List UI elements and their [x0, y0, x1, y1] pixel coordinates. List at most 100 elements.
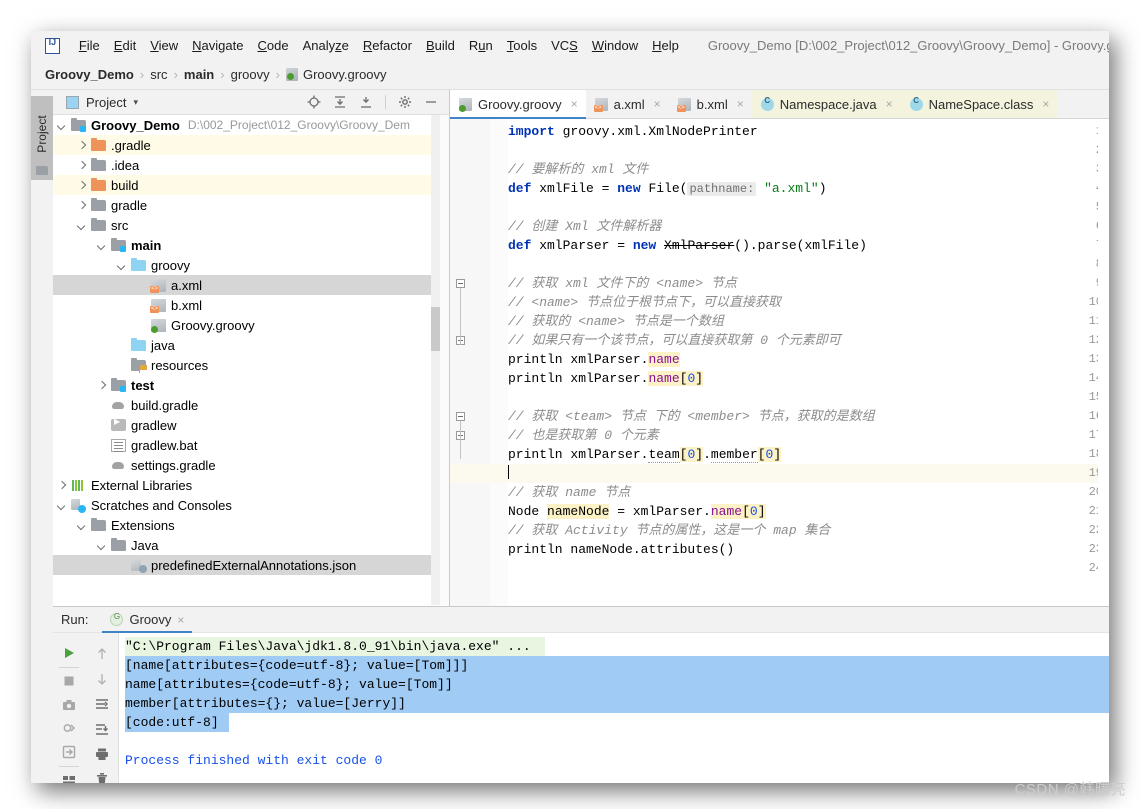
tree-item-b-xml[interactable]: b.xml [53, 295, 435, 315]
console-line[interactable]: [name[attributes={code=utf-8}; value=[To… [125, 656, 1109, 675]
editor-tab-a-xml[interactable]: a.xml× [586, 90, 669, 118]
tree-item-test[interactable]: test [53, 375, 435, 395]
scroll-up-icon[interactable] [87, 641, 117, 666]
console-actions-toolbar[interactable] [85, 633, 119, 783]
layout-icon[interactable] [54, 768, 84, 783]
locate-icon[interactable] [307, 95, 321, 109]
tree-item-scratches-and-consoles[interactable]: Scratches and Consoles [53, 495, 435, 515]
chevron-down-icon[interactable] [77, 520, 88, 531]
print-icon[interactable] [87, 742, 117, 767]
breadcrumb-item-main[interactable]: main [184, 67, 214, 82]
tree-item-java[interactable]: Java [53, 535, 435, 555]
code-line[interactable] [508, 464, 509, 483]
tree-item-gradle[interactable]: gradle [53, 195, 435, 215]
menu-item-edit[interactable]: Edit [107, 35, 143, 56]
editor-tab-namespace-java[interactable]: Namespace.java× [752, 90, 901, 118]
menu-item-file[interactable]: File [72, 35, 107, 56]
tree-item--idea[interactable]: .idea [53, 155, 435, 175]
settings-gear-icon[interactable] [398, 95, 412, 109]
chevron-down-icon[interactable] [117, 260, 128, 271]
menu-item-analyze[interactable]: Analyze [296, 35, 356, 56]
editor-gutter[interactable] [450, 119, 491, 606]
export-icon[interactable] [54, 740, 84, 764]
tree-item-extensions[interactable]: Extensions [53, 515, 435, 535]
menu-item-build[interactable]: Build [419, 35, 462, 56]
code-line[interactable]: import groovy.xml.XmlNodePrinter [508, 122, 758, 141]
close-icon[interactable]: × [571, 97, 578, 111]
chevron-right-icon[interactable] [77, 160, 88, 171]
menu-item-tools[interactable]: Tools [500, 35, 544, 56]
project-scrollbar-thumb[interactable] [431, 307, 440, 351]
tree-item-resources[interactable]: resources [53, 355, 435, 375]
editor-tab-namespace-class[interactable]: NameSpace.class× [901, 90, 1058, 118]
chevron-down-icon[interactable] [77, 220, 88, 231]
console-output[interactable]: "C:\Program Files\Java\jdk1.8.0_91\bin\j… [119, 633, 1109, 783]
code-line[interactable]: def xmlFile = new File(pathname: "a.xml"… [508, 179, 827, 198]
menu-item-navigate[interactable]: Navigate [185, 35, 250, 56]
tree-item-external-libraries[interactable]: External Libraries [53, 475, 435, 495]
stop-icon[interactable] [54, 669, 84, 693]
tree-item-build[interactable]: build [53, 175, 435, 195]
breadcrumb-item-groovy[interactable]: groovy [231, 67, 270, 82]
tree-item-gradlew[interactable]: gradlew [53, 415, 435, 435]
trash-icon[interactable] [87, 767, 117, 783]
chevron-right-icon[interactable] [57, 480, 68, 491]
chevron-right-icon[interactable] [97, 380, 108, 391]
breadcrumb[interactable]: Groovy_Demo›src›main›groovy›Groovy.groov… [31, 60, 1109, 90]
breadcrumb-item-src[interactable]: src [150, 67, 167, 82]
tree-item-predefinedexternalannotations-json[interactable]: predefinedExternalAnnotations.json [53, 555, 435, 575]
code-line[interactable]: // 获取 xml 文件下的 <name> 节点 [508, 274, 737, 293]
chevron-down-icon[interactable] [97, 540, 108, 551]
minimize-icon[interactable] [424, 95, 438, 109]
code-line[interactable]: println xmlParser.name [508, 350, 680, 369]
debug-icon[interactable] [54, 717, 84, 741]
breadcrumb-item-groovy-demo[interactable]: Groovy_Demo [45, 67, 134, 82]
scroll-down-icon[interactable] [87, 666, 117, 691]
code-line[interactable]: println nameNode.attributes() [508, 540, 734, 559]
editor-tab-bar[interactable]: Groovy.groovy×a.xml×b.xml×Namespace.java… [450, 90, 1109, 119]
close-icon[interactable]: × [737, 97, 744, 111]
close-icon[interactable]: × [1042, 97, 1049, 111]
chevron-right-icon[interactable] [77, 180, 88, 191]
collapse-all-icon[interactable] [359, 95, 373, 109]
editor-tab-b-xml[interactable]: b.xml× [669, 90, 752, 118]
close-icon[interactable]: × [654, 97, 661, 111]
code-line[interactable]: // 创建 Xml 文件解析器 [508, 217, 661, 236]
code-line[interactable]: println xmlParser.team[0].member[0] [508, 445, 781, 464]
code-line[interactable]: // 获取 Activity 节点的属性，这是一个 map 集合 [508, 521, 830, 540]
run-actions-toolbar[interactable] [53, 633, 86, 783]
code-line[interactable]: def xmlParser = new XmlParser().parse(xm… [508, 236, 867, 255]
chevron-down-icon[interactable] [57, 500, 68, 511]
menu-item-vcs[interactable]: VCS [544, 35, 585, 56]
code-line[interactable]: // 如果只有一个该节点，可以直接获取第 0 个元素即可 [508, 331, 841, 350]
tree-item-build-gradle[interactable]: build.gradle [53, 395, 435, 415]
code-line[interactable]: // 获取 name 节点 [508, 483, 630, 502]
chevron-right-icon[interactable] [77, 140, 88, 151]
code-editor[interactable]: 1import groovy.xml.XmlNodePrinter23// 要解… [450, 119, 1109, 606]
code-line[interactable]: // <name> 节点位于根节点下，可以直接获取 [508, 293, 781, 312]
menu-item-window[interactable]: Window [585, 35, 645, 56]
chevron-right-icon[interactable] [77, 200, 88, 211]
console-line[interactable]: "C:\Program Files\Java\jdk1.8.0_91\bin\j… [125, 637, 545, 656]
expand-all-icon[interactable] [333, 95, 347, 109]
tree-item-java[interactable]: java [53, 335, 435, 355]
fold-marker-icon[interactable] [456, 412, 465, 421]
tree-item-a-xml[interactable]: a.xml [53, 275, 435, 295]
project-tree[interactable]: Groovy_DemoD:\002_Project\012_Groovy\Gro… [53, 115, 435, 605]
code-line[interactable]: // 也是获取第 0 个元素 [508, 426, 659, 445]
tree-item--gradle[interactable]: .gradle [53, 135, 435, 155]
code-line[interactable]: // 获取的 <name> 节点是一个数组 [508, 312, 724, 331]
menu-item-code[interactable]: Code [250, 35, 295, 56]
run-config-tab[interactable]: Groovy × [102, 607, 192, 633]
menu-item-run[interactable]: Run [462, 35, 500, 56]
soft-wrap-icon[interactable] [87, 691, 117, 716]
code-line[interactable]: // 获取 <team> 节点 下的 <member> 节点，获取的是数组 [508, 407, 875, 426]
breadcrumb-item-groovy-groovy[interactable]: Groovy.groovy [286, 67, 387, 82]
console-line[interactable]: Process finished with exit code 0 [125, 751, 382, 770]
console-line[interactable]: name[attributes={code=utf-8}; value=[Tom… [125, 675, 1109, 694]
close-icon[interactable]: × [886, 97, 893, 111]
tree-item-gradlew-bat[interactable]: gradlew.bat [53, 435, 435, 455]
tree-item-groovy-groovy[interactable]: Groovy.groovy [53, 315, 435, 335]
menu-item-help[interactable]: Help [645, 35, 686, 56]
tree-item-settings-gradle[interactable]: settings.gradle [53, 455, 435, 475]
